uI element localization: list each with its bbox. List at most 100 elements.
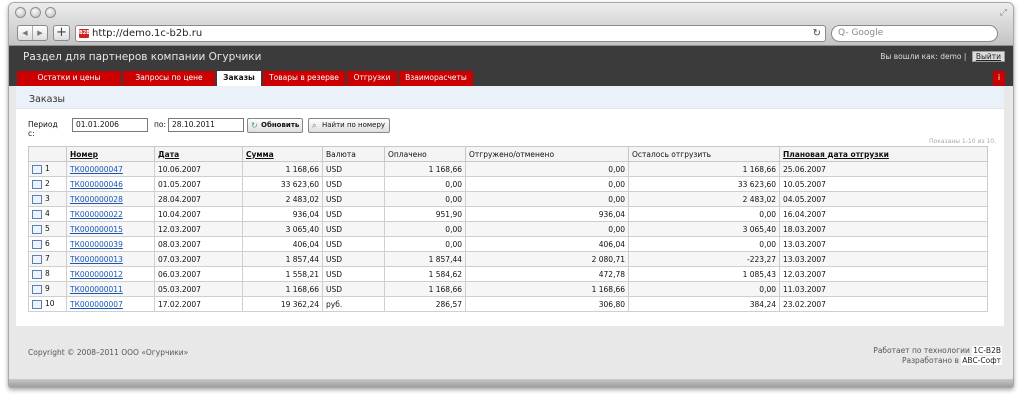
row-index: 7 [28,251,67,267]
period-from-input[interactable]: 01.01.2006 [72,118,148,132]
order-remaining: 33 623,60 [628,176,780,192]
order-planned-date: 12.03.2007 [779,266,988,282]
favicon-icon: B2B [79,29,91,38]
edit-icon[interactable] [32,284,42,294]
edit-icon[interactable] [32,254,42,264]
order-number-link[interactable]: ТК000000011 [66,281,155,297]
order-paid: 0,00 [384,236,466,252]
tab-stock[interactable]: Остатки и цены [17,71,121,86]
order-number-link[interactable]: ТК000000012 [66,266,155,282]
order-shipped: 0,00 [465,176,629,192]
minimize-window-button[interactable] [30,7,41,18]
table-row[interactable]: 6 ТК000000039 08.03.2007 406,04 USD 0,00 406,0… [28,236,988,252]
column-header-currency: Валюта [322,146,385,162]
url-text[interactable]: http://demo.1c-b2b.ru [92,26,202,41]
order-number-link[interactable]: ТК000000047 [66,161,155,177]
developed-badge[interactable]: ABC-Софт [961,356,1002,365]
zoom-window-button[interactable] [45,7,56,18]
address-bar[interactable]: B2B http://demo.1c-b2b.ru ↻ [75,25,826,42]
table-row[interactable]: 5 ТК000000015 12.03.2007 3 065,40 USD 0,00 0,0… [28,221,988,237]
order-sum: 19 362,24 [242,296,323,312]
row-number: 10 [45,299,55,309]
order-date: 05.03.2007 [154,281,243,297]
edit-icon[interactable] [32,299,42,309]
column-header-sum[interactable]: Сумма [242,146,323,162]
order-number-link[interactable]: ТК000000046 [66,176,155,192]
site-title: Раздел для партнеров компании Огурчики [23,51,262,63]
table-header: Номер Дата Сумма Валюта Оплачено Отгруже… [28,146,988,162]
find-by-number-button[interactable]: ⌕ Найти по номеру [308,118,390,133]
order-number-link[interactable]: ТК000000028 [66,191,155,207]
order-date: 07.03.2007 [154,251,243,267]
order-date: 06.03.2007 [154,266,243,282]
edit-icon[interactable] [32,179,42,189]
column-header-number[interactable]: Номер [66,146,155,162]
order-number-link[interactable]: ТК000000022 [66,206,155,222]
browser-toolbar: ◀ ▶ + B2B http://demo.1c-b2b.ru ↻ Q- Goo… [9,23,1013,46]
column-header-date[interactable]: Дата [154,146,243,162]
tab-orders[interactable]: Заказы [217,71,261,86]
copyright: Copyright © 2008–2011 ООО «Огурчики» [28,348,189,357]
refresh-button-label: Обновить [261,121,300,129]
forward-icon[interactable]: ▶ [32,26,47,40]
tab-shipments[interactable]: Отгрузки [347,71,397,86]
reload-icon[interactable]: ↻ [813,26,821,41]
close-window-button[interactable] [15,7,26,18]
table-row[interactable]: 4 ТК000000022 10.04.2007 936,04 USD 951,90 936… [28,206,988,222]
login-info: Вы вошли как: demo | Выйти [880,51,1005,62]
row-index: 5 [28,221,67,237]
table-row[interactable]: 2 ТК000000046 01.05.2007 33 623,60 USD 0,00 0,… [28,176,988,192]
edit-icon[interactable] [32,194,42,204]
table-row[interactable]: 9 ТК000000011 05.03.2007 1 168,66 USD 1 168,6… [28,281,988,297]
title-bar: ⤢ [9,3,1013,23]
edit-icon[interactable] [32,164,42,174]
period-to-input[interactable]: 28.10.2011 [168,118,244,132]
order-shipped: 2 080,71 [465,251,629,267]
refresh-icon: ↻ [251,121,258,130]
order-sum: 406,04 [242,236,323,252]
order-paid: 951,90 [384,206,466,222]
order-number-link[interactable]: ТК000000007 [66,296,155,312]
powered-label: Работает по технологии [873,346,970,355]
back-icon[interactable]: ◀ [18,26,32,40]
add-icon[interactable]: + [53,25,70,41]
info-icon[interactable]: i [993,71,1005,86]
table-row[interactable]: 10 ТК000000007 17.02.2007 19 362,24 руб. 286,… [28,296,988,312]
table-row[interactable]: 1 ТК000000047 10.06.2007 1 168,66 USD 1 168,6… [28,161,988,177]
period-to-label: по: [154,120,167,129]
logout-button[interactable]: Выйти [971,51,1005,62]
resize-icon[interactable]: ⤢ [1000,8,1007,18]
order-date: 12.03.2007 [154,221,243,237]
table-row[interactable]: 7 ТК000000013 07.03.2007 1 857,44 USD 1 857,4… [28,251,988,267]
order-currency: USD [322,161,385,177]
order-number-link[interactable]: ТК000000013 [66,251,155,267]
row-number: 8 [45,269,50,279]
edit-icon[interactable] [32,269,42,279]
site-header: Раздел для партнеров компании Огурчики В… [9,46,1013,68]
powered-badge[interactable]: 1С-B2B [972,346,1002,355]
tab-reserved[interactable]: Товары в резерве [263,71,345,86]
order-number-link[interactable]: ТК000000015 [66,221,155,237]
table-row[interactable]: 8 ТК000000012 06.03.2007 1 558,21 USD 1 584,6… [28,266,988,282]
table-row[interactable]: 3 ТК000000028 28.04.2007 2 483,02 USD 0,00 0,0… [28,191,988,207]
order-currency: USD [322,221,385,237]
order-currency: USD [322,176,385,192]
tab-settlements[interactable]: Взаиморасчеты [399,71,473,86]
orders-panel: Заказы Период с: 01.01.2006 по: 28.10.20… [16,86,1004,326]
column-header-planned-date[interactable]: Плановая дата отгрузки [779,146,988,162]
search-input[interactable]: Q- Google [831,25,998,42]
order-remaining: -223,27 [628,251,780,267]
row-index: 9 [28,281,67,297]
edit-icon[interactable] [32,209,42,219]
order-currency: USD [322,281,385,297]
order-remaining: 0,00 [628,281,780,297]
edit-icon[interactable] [32,224,42,234]
edit-icon[interactable] [32,239,42,249]
tab-price-requests[interactable]: Запросы по цене [123,71,215,86]
order-remaining: 0,00 [628,206,780,222]
order-sum: 1 857,44 [242,251,323,267]
row-index: 3 [28,191,67,207]
refresh-button[interactable]: ↻ Обновить [247,118,303,133]
order-number-link[interactable]: ТК000000039 [66,236,155,252]
order-remaining: 1 085,43 [628,266,780,282]
